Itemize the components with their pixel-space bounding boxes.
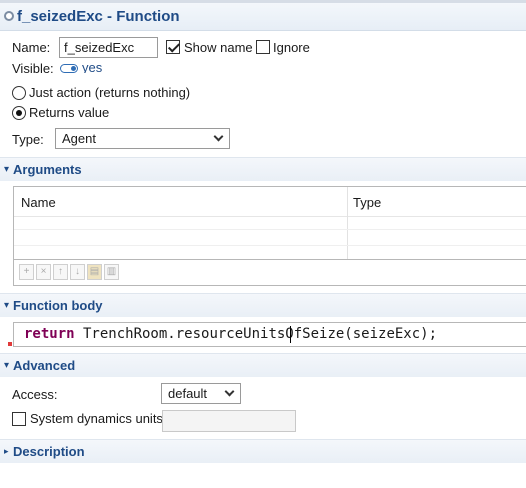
- function-body-section-header[interactable]: ▾ Function body: [0, 293, 526, 317]
- access-label: Access:: [12, 387, 58, 402]
- visible-value: yes: [82, 60, 103, 73]
- error-marker-icon: [8, 342, 12, 346]
- arguments-table[interactable]: Name Type: [13, 186, 526, 260]
- column-header-type: Type: [353, 195, 382, 210]
- show-name-checkbox[interactable]: [166, 40, 180, 54]
- returns-value-label: Returns value: [29, 105, 110, 120]
- expand-arrow-icon: ▸: [4, 446, 9, 456]
- system-dynamics-units-field: [162, 410, 296, 432]
- function-body-editor[interactable]: return TrenchRoom.resourceUnitsOfSeize(s…: [13, 322, 526, 347]
- description-section-header[interactable]: ▸ Description: [0, 439, 526, 463]
- just-action-label: Just action (returns nothing): [29, 85, 191, 100]
- advanced-section-header[interactable]: ▾ Advanced: [0, 353, 526, 377]
- code-line: return TrenchRoom.resourceUnitsOfSeize(s…: [24, 326, 437, 342]
- system-dynamics-label: System dynamics units:: [30, 411, 167, 426]
- copy-icon[interactable]: ▤: [87, 264, 102, 280]
- code-keyword: return: [24, 326, 75, 342]
- system-dynamics-checkbox[interactable]: [12, 412, 26, 426]
- move-up-icon[interactable]: ↑: [53, 264, 68, 280]
- table-row-line: [14, 229, 526, 230]
- arguments-toolbar: + × ↑ ↓ ▤ ▥: [13, 260, 526, 286]
- name-field[interactable]: f_seizedExc: [59, 37, 158, 58]
- name-label: Name:: [12, 40, 51, 55]
- type-select[interactable]: Agent: [55, 128, 230, 149]
- page-title: f_seizedExc - Function: [17, 8, 180, 25]
- show-name-label: Show name: [184, 40, 253, 55]
- table-header: Name Type: [14, 187, 526, 217]
- chevron-down-icon: [224, 386, 235, 397]
- access-select-value: default: [168, 386, 208, 401]
- type-label: Type:: [12, 132, 44, 147]
- paste-icon[interactable]: ▥: [104, 264, 119, 280]
- ignore-label: Ignore: [273, 40, 310, 55]
- column-divider: [347, 187, 348, 259]
- add-icon[interactable]: +: [19, 264, 34, 280]
- name-field-value: f_seizedExc: [64, 40, 135, 55]
- collapse-arrow-icon: ▾: [4, 164, 10, 175]
- description-title: Description: [13, 444, 85, 459]
- advanced-title: Advanced: [13, 358, 76, 373]
- properties-header: f_seizedExc - Function: [0, 3, 526, 31]
- collapse-arrow-icon: ▾: [4, 300, 10, 311]
- collapse-arrow-icon: ▾: [4, 360, 10, 371]
- text-cursor: [290, 326, 291, 343]
- access-select[interactable]: default: [161, 383, 241, 404]
- chevron-down-icon: [213, 131, 224, 142]
- table-row-line: [14, 245, 526, 246]
- arguments-section-header[interactable]: ▾ Arguments: [0, 157, 526, 181]
- column-header-name: Name: [21, 195, 56, 210]
- visible-toggle[interactable]: [60, 64, 78, 73]
- remove-icon[interactable]: ×: [36, 264, 51, 280]
- type-select-value: Agent: [62, 131, 96, 146]
- returns-value-radio[interactable]: [12, 106, 26, 120]
- code-expression: TrenchRoom.resourceUnitsOfSeize(seizeExc…: [74, 326, 438, 342]
- ignore-checkbox[interactable]: [256, 40, 270, 54]
- just-action-radio[interactable]: [12, 86, 26, 100]
- function-body-title: Function body: [13, 298, 103, 313]
- function-icon: [4, 11, 14, 21]
- move-down-icon[interactable]: ↓: [70, 264, 85, 280]
- visible-label: Visible:: [12, 61, 54, 76]
- arguments-title: Arguments: [13, 162, 82, 177]
